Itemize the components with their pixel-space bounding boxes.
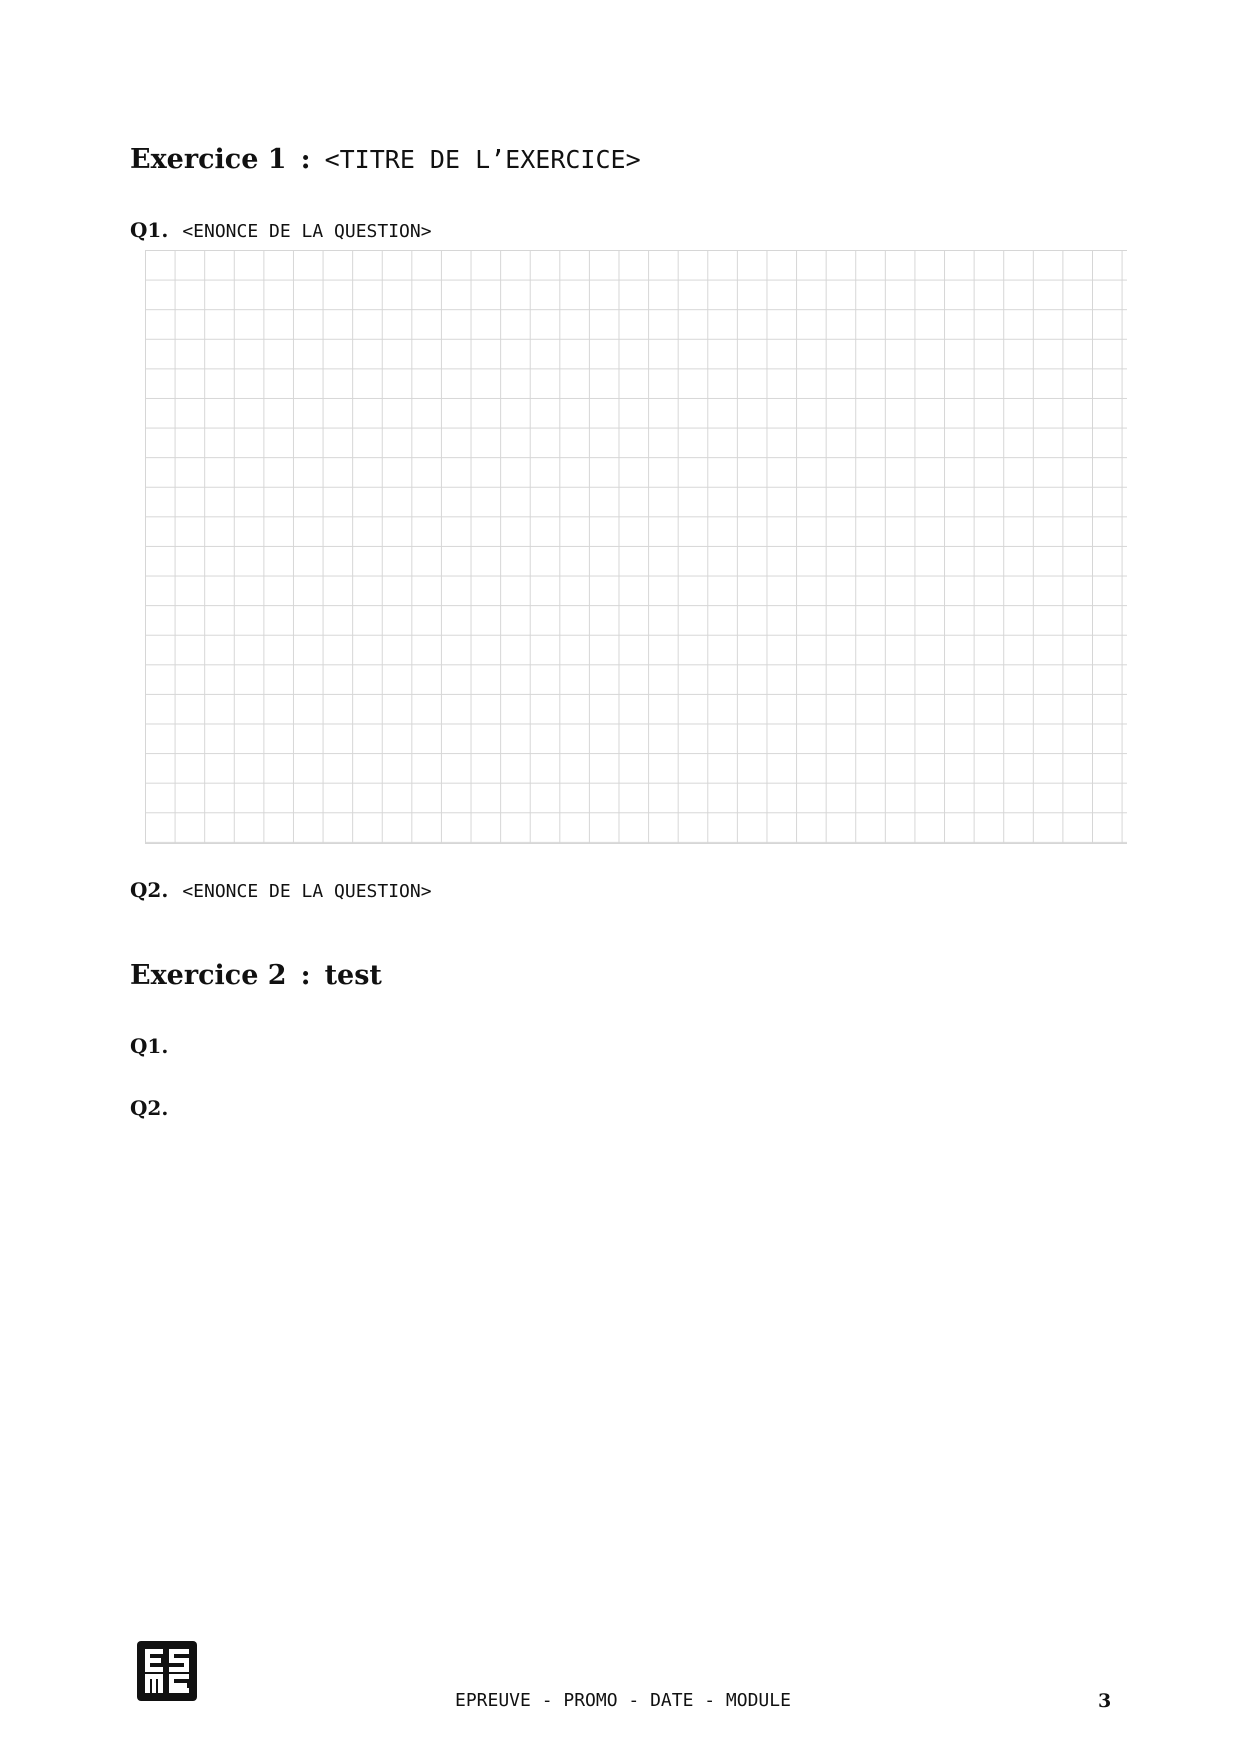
answer-grid[interactable] — [145, 250, 1127, 844]
question-text: <ENONCE DE LA QUESTION> — [182, 221, 432, 242]
exercise-1-question-2: Q2. <ENONCE DE LA QUESTION> — [130, 880, 432, 901]
exercise-1-label: Exercice 1 — [130, 144, 287, 175]
exercise-2-question-2: Q2. — [130, 1098, 182, 1118]
question-label: Q1. — [130, 1034, 169, 1058]
exercise-1-title: <TITRE DE L’EXERCICE> — [324, 145, 641, 174]
question-text: <ENONCE DE LA QUESTION> — [182, 881, 432, 902]
page-number: 3 — [1098, 1690, 1112, 1712]
esme-logo — [137, 1641, 197, 1701]
footer-text: EPREUVE - PROMO - DATE - MODULE — [455, 1690, 791, 1711]
exercise-2-label: Exercice 2 — [130, 960, 287, 991]
exercise-2-separator: : — [300, 960, 311, 991]
question-label: Q1. — [130, 218, 169, 242]
question-label: Q2. — [130, 1096, 169, 1120]
esme-logo-mark — [145, 1649, 189, 1693]
exercise-1-heading: Exercice 1: <TITRE DE L’EXERCICE> — [130, 146, 641, 173]
exercise-2-question-1: Q1. — [130, 1036, 182, 1056]
exercise-1-separator: : — [300, 144, 311, 175]
question-label: Q2. — [130, 878, 169, 902]
exercise-1-question-1: Q1. <ENONCE DE LA QUESTION> — [130, 220, 432, 241]
exercise-2-title: test — [324, 960, 382, 991]
exercise-2-heading: Exercice 2: test — [130, 962, 382, 989]
